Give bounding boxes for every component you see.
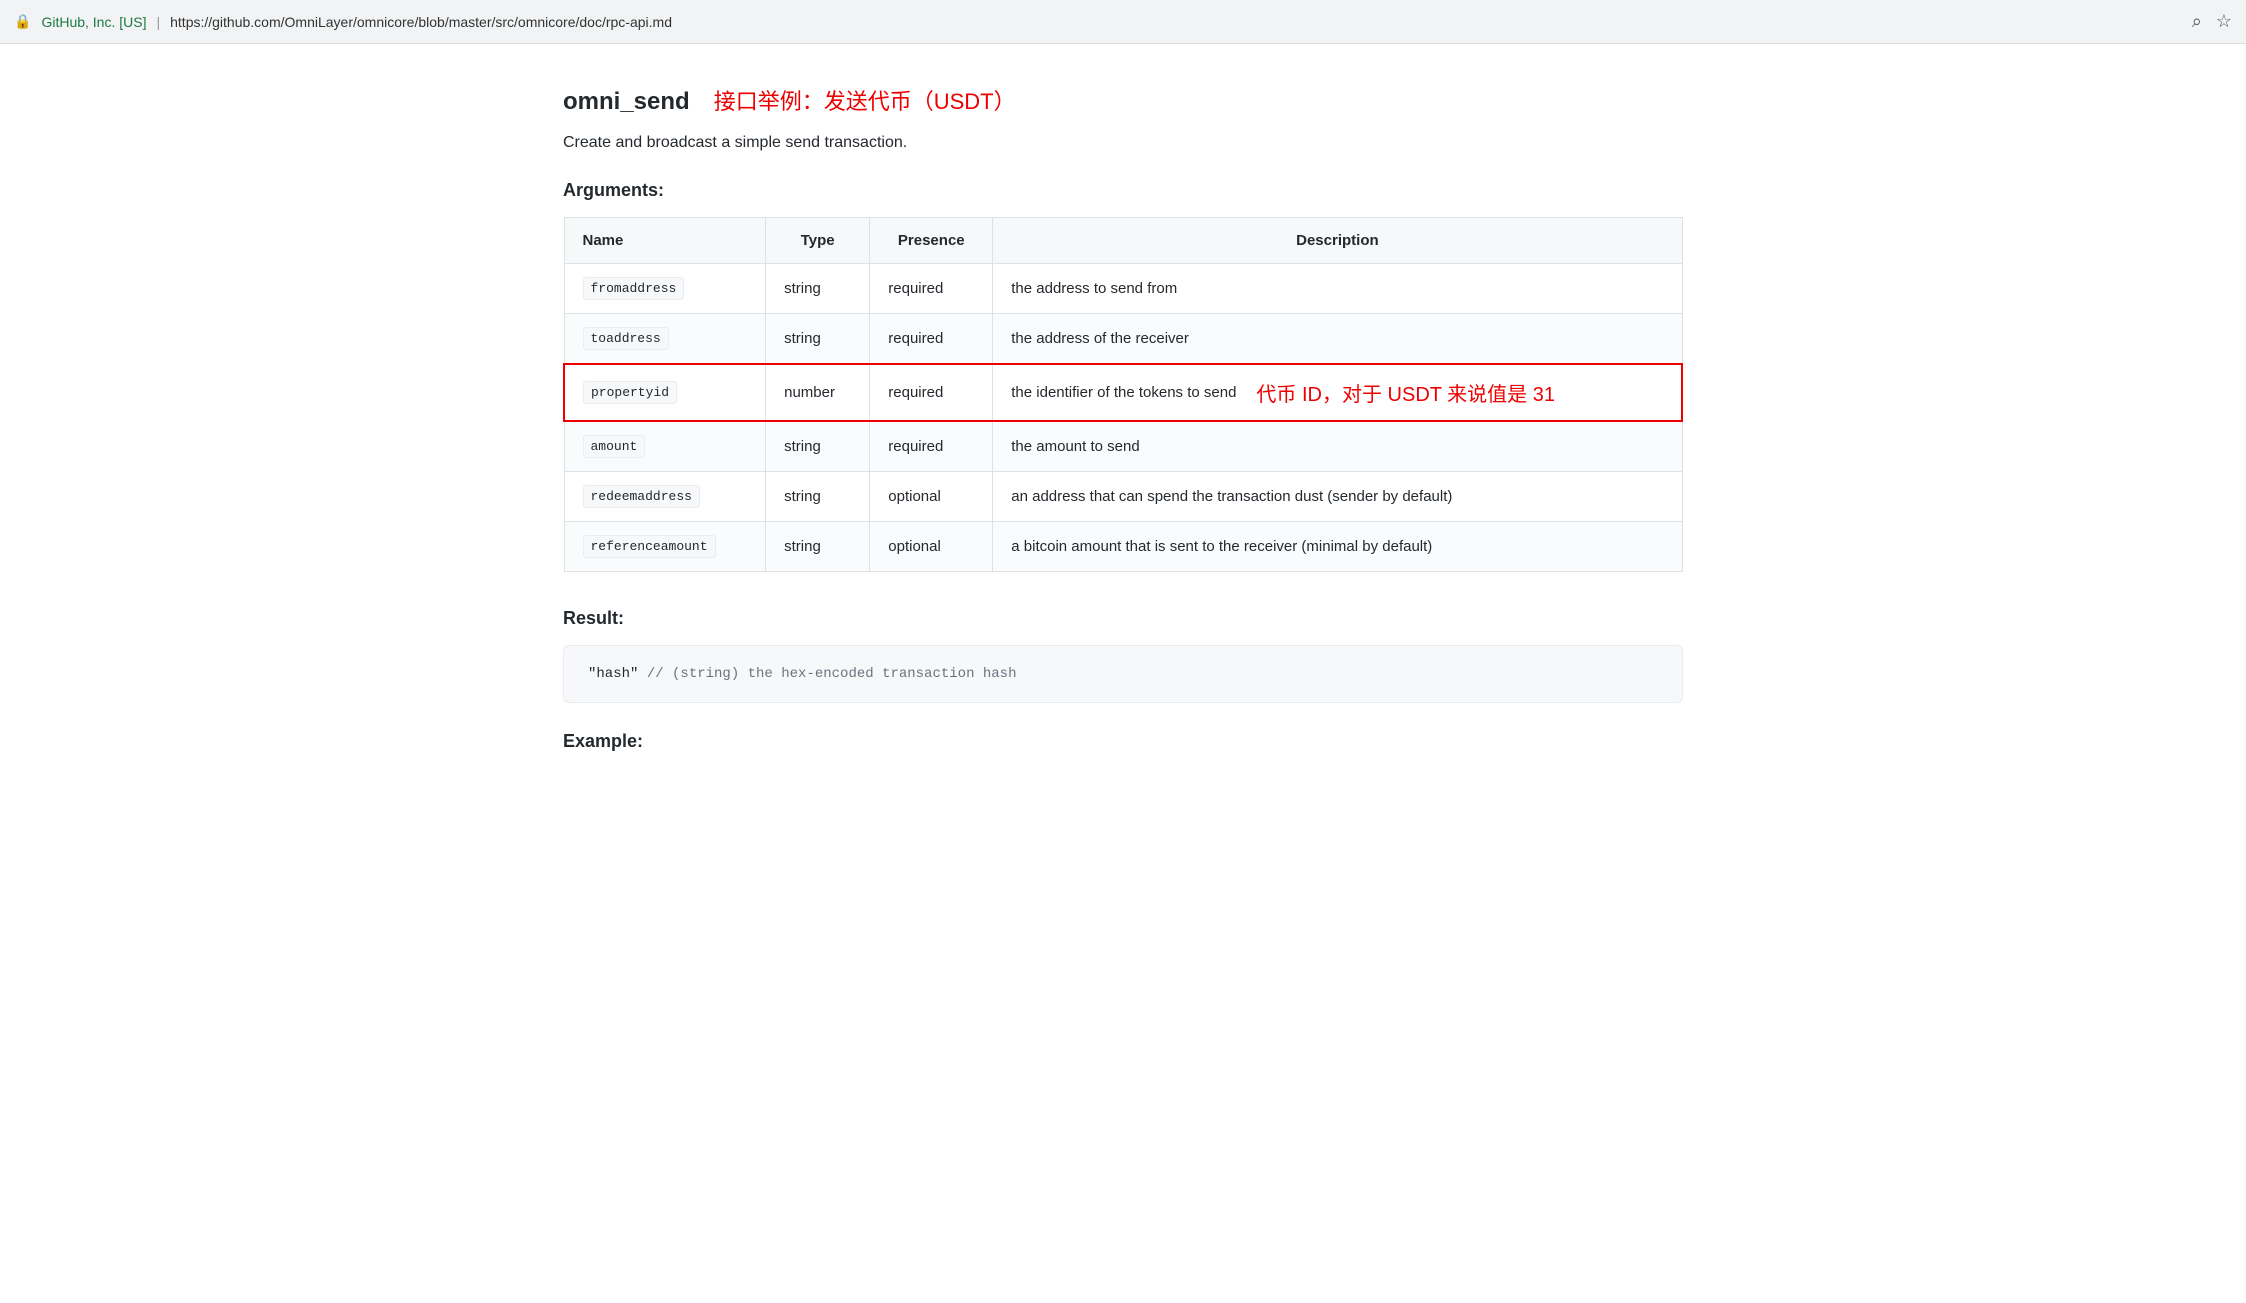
api-name: omni_send [563, 88, 690, 116]
result-code-block: "hash" // (string) the hex-encoded trans… [563, 645, 1683, 703]
site-info: GitHub, Inc. [US] [41, 14, 146, 30]
table-row: toaddressstringrequiredthe address of th… [564, 314, 1682, 365]
browser-bar: 🔒 GitHub, Inc. [US] | https://github.com… [0, 0, 2246, 44]
url-bar[interactable]: https://github.com/OmniLayer/omnicore/bl… [170, 14, 2182, 30]
header-name: Name [564, 218, 766, 264]
table-row: propertyidnumberrequiredthe identifier o… [564, 364, 1682, 421]
separator: | [156, 14, 160, 30]
star-icon[interactable]: ☆ [2216, 11, 2232, 32]
example-section: Example: [563, 731, 1683, 752]
table-row: amountstringrequiredthe amount to send [564, 421, 1682, 472]
chinese-annotation: 代币 ID，对于 USDT 来说值是 31 [1256, 378, 1555, 407]
table-row: fromaddressstringrequiredthe address to … [564, 264, 1682, 314]
browser-icons: ⌕ ☆ [2192, 11, 2232, 32]
code-string: "hash" [588, 666, 647, 682]
example-label: Example: [563, 731, 1683, 752]
table-row: redeemaddressstringoptionalan address th… [564, 472, 1682, 522]
table-header-row: Name Type Presence Description [564, 218, 1682, 264]
result-section: Result: "hash" // (string) the hex-encod… [563, 608, 1683, 703]
page-content: omni_send 接口举例：发送代币（USDT） Create and bro… [503, 44, 1743, 792]
arguments-section: Arguments: Name Type Presence Descriptio… [563, 180, 1683, 572]
header-presence: Presence [870, 218, 993, 264]
result-label: Result: [563, 608, 1683, 629]
arguments-table: Name Type Presence Description fromaddre… [563, 217, 1683, 572]
chinese-subtitle: 接口举例：发送代币（USDT） [714, 84, 1016, 116]
search-icon[interactable]: ⌕ [2192, 11, 2202, 32]
code-comment: // (string) the hex-encoded transaction … [647, 666, 1017, 682]
header-description: Description [993, 218, 1682, 264]
title-row: omni_send 接口举例：发送代币（USDT） [563, 84, 1683, 116]
header-type: Type [766, 218, 870, 264]
lock-icon: 🔒 [14, 13, 31, 30]
description: Create and broadcast a simple send trans… [563, 134, 1683, 152]
table-row: referenceamountstringoptionala bitcoin a… [564, 522, 1682, 572]
arguments-label: Arguments: [563, 180, 1683, 201]
